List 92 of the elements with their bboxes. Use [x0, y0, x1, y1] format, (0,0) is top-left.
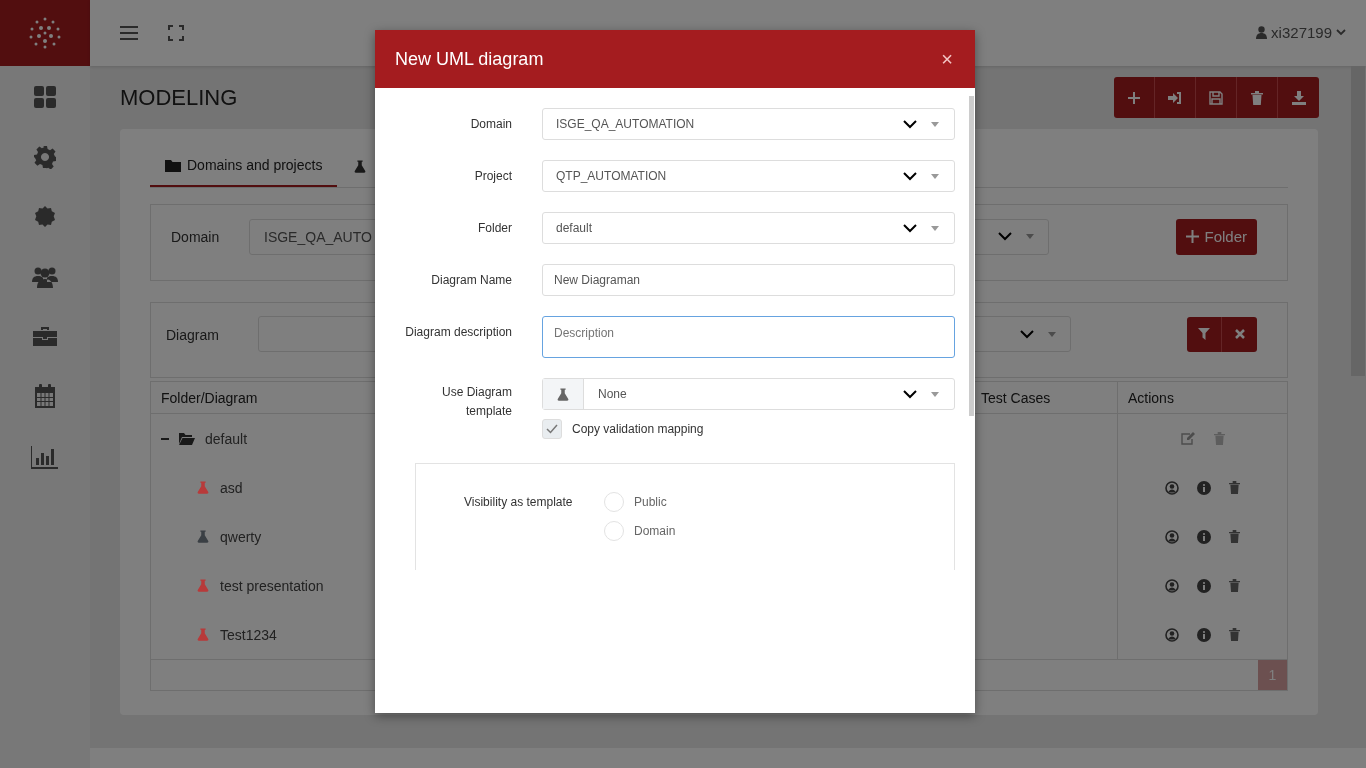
select-field[interactable]: None: [542, 378, 955, 410]
users-icon[interactable]: [32, 265, 58, 289]
field-label: Diagram description: [404, 324, 512, 341]
user-name: xi327199: [1271, 23, 1332, 41]
input-field[interactable]: New Diagraman: [542, 264, 955, 296]
funnel-icon: [1198, 328, 1210, 340]
chevron-down-icon: [1020, 329, 1034, 339]
add-button[interactable]: [1114, 77, 1155, 118]
badge-icon[interactable]: [33, 205, 57, 229]
edit-icon[interactable]: [1180, 432, 1196, 445]
user-circle-icon[interactable]: [1165, 627, 1179, 642]
chevron-down-icon: [903, 119, 917, 129]
column-header: Folder/Diagram: [161, 389, 258, 406]
field-label: Visibility as template: [464, 494, 574, 511]
info-icon[interactable]: [1197, 578, 1211, 593]
plus-icon: [1186, 230, 1200, 243]
download-icon: [1291, 90, 1306, 105]
folder-icon: [165, 158, 181, 172]
field-label: Diagram: [166, 327, 220, 343]
add-folder-button[interactable]: Folder: [1176, 218, 1257, 255]
user-circle-icon[interactable]: [1165, 578, 1179, 593]
save-button[interactable]: [1196, 77, 1237, 118]
select-field[interactable]: default: [542, 212, 955, 244]
briefcase-icon[interactable]: [32, 325, 58, 347]
close-button[interactable]: ×: [939, 47, 955, 71]
user-icon: [1256, 25, 1268, 39]
bar-chart-icon[interactable]: [31, 445, 59, 469]
radio-label: Domain: [634, 524, 676, 538]
settings-icon[interactable]: [33, 145, 57, 169]
chevron-down-icon: [903, 223, 917, 233]
tab[interactable]: Domains and projects: [150, 145, 338, 187]
field-label: Domain: [171, 228, 221, 245]
import-button[interactable]: [1155, 77, 1196, 118]
filter-button[interactable]: [1187, 316, 1222, 352]
user-menu[interactable]: xi327199: [1256, 23, 1346, 43]
trash-icon[interactable]: [1229, 628, 1240, 641]
sign-in-icon: [1168, 90, 1182, 105]
input-field[interactable]: Description: [542, 316, 955, 358]
caret-down-icon: [931, 121, 939, 127]
column-header: Test Cases: [981, 389, 1051, 406]
menu-icon[interactable]: [120, 26, 138, 40]
caret-down-icon: [1048, 331, 1056, 337]
close-icon: [1234, 329, 1245, 339]
field-label: Domain: [469, 116, 512, 133]
chevron-down-icon: [903, 389, 917, 399]
diagram-name[interactable]: qwerty: [220, 528, 262, 545]
dialog-title: New UML diagram: [395, 48, 544, 70]
scrollbar[interactable]: [1351, 66, 1365, 376]
flask-icon[interactable]: [353, 158, 368, 174]
caret-down-icon: [931, 173, 939, 179]
checkmark-icon: [546, 424, 558, 434]
folder-icon: [179, 432, 195, 445]
trash-icon: [1251, 90, 1263, 105]
trash-icon[interactable]: [1229, 530, 1240, 543]
folder-name[interactable]: default: [205, 430, 248, 447]
scrollbar[interactable]: [969, 96, 974, 416]
checkbox[interactable]: [542, 419, 562, 439]
user-circle-icon[interactable]: [1165, 480, 1179, 495]
caret-down-icon: [931, 391, 939, 397]
trash-icon[interactable]: [1229, 481, 1240, 494]
clear-filter-button[interactable]: [1222, 316, 1257, 352]
caret-down-icon: [1026, 234, 1034, 239]
chevron-down-icon: [1336, 28, 1346, 36]
column-header: Actions: [1128, 389, 1174, 406]
field-label: Diagram Name: [430, 272, 512, 289]
fullscreen-icon[interactable]: [168, 25, 184, 41]
diagram-name[interactable]: asd: [220, 479, 243, 496]
network-logo-icon: [27, 15, 63, 51]
plus-icon: [1127, 90, 1141, 105]
page-title: MODELING: [120, 84, 238, 111]
radio-label: Public: [634, 495, 667, 509]
field-label: Folder: [477, 220, 512, 237]
field-label: Use Diagram template: [440, 384, 512, 420]
download-button[interactable]: [1278, 77, 1319, 118]
info-icon[interactable]: [1197, 529, 1211, 544]
info-icon[interactable]: [1197, 627, 1211, 642]
select-field[interactable]: ISGE_QA_AUTOMATION: [542, 108, 955, 140]
delete-button[interactable]: [1237, 77, 1278, 118]
field-label: Project: [473, 168, 512, 185]
diagram-name[interactable]: test presentation: [220, 577, 324, 594]
caret-down-icon: [931, 225, 939, 231]
chevron-down-icon: [903, 171, 917, 181]
chevron-down-icon: [998, 232, 1012, 241]
user-circle-icon[interactable]: [1165, 529, 1179, 544]
diagram-name[interactable]: Test1234: [220, 626, 277, 643]
select-field[interactable]: QTP_AUTOMATION: [542, 160, 955, 192]
trash-icon[interactable]: [1229, 579, 1240, 592]
flask-icon: [556, 386, 570, 402]
dashboard-icon[interactable]: [33, 85, 57, 109]
checkbox-label: Copy validation mapping: [572, 422, 704, 436]
info-icon[interactable]: [1197, 480, 1211, 495]
calendar-icon[interactable]: [33, 383, 57, 409]
